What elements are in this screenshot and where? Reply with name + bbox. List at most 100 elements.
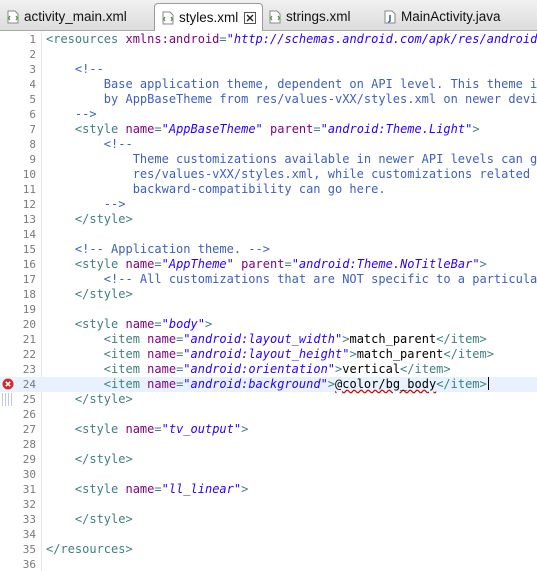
code-token: res/values-vXX/styles.xml, while customi… xyxy=(46,167,537,181)
code-editor[interactable]: 1 <resources xmlns:android="http://schema… xyxy=(0,31,537,571)
line-number: 32 xyxy=(22,498,36,511)
line-number: 36 xyxy=(22,558,36,571)
code-line[interactable]: 31 <style name="ll_linear"> xyxy=(0,482,537,497)
code-line[interactable]: 14 xyxy=(0,227,537,242)
code-token: "AppBaseTheme" xyxy=(161,122,263,136)
tab-strings-xml[interactable]: strings.xml xyxy=(268,3,351,30)
code-token: > xyxy=(479,257,487,271)
code-line[interactable]: 17 <!-- All customizations that are NOT … xyxy=(0,272,537,287)
code-token: </item> xyxy=(400,362,451,376)
code-token: </item> xyxy=(436,332,487,346)
code-line[interactable]: 21 <item name="android:layout_width">mat… xyxy=(0,332,537,347)
code-token: xmlns:android xyxy=(125,32,220,46)
code-token: parent xyxy=(270,122,314,136)
code-token: name xyxy=(147,347,177,361)
line-number: 31 xyxy=(22,483,36,496)
code-token: <!-- Application theme. --> xyxy=(46,242,270,256)
code-line[interactable]: 32 xyxy=(0,497,537,512)
code-line[interactable]: 11 backward-compatibility can go here. xyxy=(0,182,537,197)
code-token: match_parent xyxy=(356,347,444,361)
line-code: --> xyxy=(46,107,97,122)
line-code: <item name="android:orientation">vertica… xyxy=(46,362,451,377)
code-line[interactable]: 25 </style> xyxy=(0,392,537,407)
line-code: <!-- All customizations that are NOT spe… xyxy=(46,272,537,287)
code-token: </style> xyxy=(46,212,133,226)
code-token: > xyxy=(204,317,213,331)
code-line[interactable]: 2 xyxy=(0,47,537,62)
code-token: </resources> xyxy=(46,542,133,556)
code-line[interactable]: 7 <style name="AppBaseTheme" parent="and… xyxy=(0,122,537,137)
code-line[interactable]: 3 <!-- xyxy=(0,62,537,77)
code-token: </style> xyxy=(46,392,133,406)
line-number: 28 xyxy=(22,438,36,451)
code-token: "android:Theme.NoTitleBar" xyxy=(291,257,480,271)
line-number: 18 xyxy=(22,288,36,301)
line-number: 4 xyxy=(29,78,36,91)
editor-tab-bar: activity_main.xml styles.xml strings.xml… xyxy=(0,0,537,31)
code-line[interactable]: 1 <resources xmlns:android="http://schema… xyxy=(0,32,537,47)
code-line[interactable]: 15 <!-- Application theme. --> xyxy=(0,242,537,257)
code-token: = xyxy=(154,422,162,436)
error-token: @color/bg_body xyxy=(335,377,437,391)
code-line[interactable]: 29 </style> xyxy=(0,452,537,467)
code-token: </style> xyxy=(46,287,133,301)
line-number: 17 xyxy=(22,273,36,286)
code-line[interactable]: 18 </style> xyxy=(0,287,537,302)
line-code: </style> xyxy=(46,287,133,302)
line-number: 8 xyxy=(29,138,36,151)
code-token: vertical xyxy=(342,362,401,376)
code-token: = xyxy=(154,482,162,496)
code-line[interactable]: 34 xyxy=(0,527,537,542)
code-token: "http://schemas.android.com/apk/res/andr… xyxy=(226,32,537,46)
code-token: "tv_output" xyxy=(161,422,242,436)
code-line[interactable]: 26 xyxy=(0,407,537,422)
code-token: <resources xyxy=(46,32,126,46)
code-line[interactable]: 6 --> xyxy=(0,107,537,122)
code-line[interactable]: 16 <style name="AppTheme" parent="androi… xyxy=(0,257,537,272)
code-token: <!-- xyxy=(46,62,104,76)
tab-activity-main-xml[interactable]: activity_main.xml xyxy=(6,3,127,30)
code-line[interactable]: 36 xyxy=(0,557,537,571)
code-line[interactable]: 8 <!-- xyxy=(0,137,537,152)
line-code: Theme customizations available in newer … xyxy=(46,152,537,167)
line-code: </style> xyxy=(46,212,133,227)
code-line[interactable]: 12 --> xyxy=(0,197,537,212)
code-line[interactable]: 5 by AppBaseTheme from res/values-vXX/st… xyxy=(0,92,537,107)
code-line[interactable]: 4 Base application theme, dependent on A… xyxy=(0,77,537,92)
code-line[interactable]: 22 <item name="android:layout_height">ma… xyxy=(0,347,537,362)
code-line[interactable]: 23 <item name="android:orientation">vert… xyxy=(0,362,537,377)
line-code: </resources> xyxy=(46,542,133,557)
code-line[interactable]: 13 </style> xyxy=(0,212,537,227)
tab-mainactivity-java[interactable]: J MainActivity.java xyxy=(383,3,501,30)
line-code: </style> xyxy=(46,392,133,407)
code-line[interactable]: 24 <item name="android:background">@colo… xyxy=(0,377,537,392)
code-token: = xyxy=(284,257,292,271)
line-code: </style> xyxy=(46,452,133,467)
code-token: backward-compatibility can go here. xyxy=(46,182,386,196)
line-number: 6 xyxy=(29,108,36,121)
line-code: <item name="android:layout_height">match… xyxy=(46,347,494,362)
code-line[interactable]: 33 </style> xyxy=(0,512,537,527)
code-line[interactable]: 20 <style name="body"> xyxy=(0,317,537,332)
code-token: <item xyxy=(46,362,148,376)
code-token: > xyxy=(241,422,249,436)
code-token: > xyxy=(327,377,336,391)
code-token: name xyxy=(125,257,155,271)
line-code: <!-- xyxy=(46,62,104,77)
code-line[interactable]: 10 res/values-vXX/styles.xml, while cust… xyxy=(0,167,537,182)
code-token: </item> xyxy=(436,377,487,391)
code-token: = xyxy=(154,317,162,331)
code-line[interactable]: 19 xyxy=(0,302,537,317)
code-line[interactable]: 30 xyxy=(0,467,537,482)
code-line[interactable]: 27 <style name="tv_output"> xyxy=(0,422,537,437)
close-tab-icon[interactable] xyxy=(244,11,257,24)
code-line[interactable]: 35 </resources> xyxy=(0,542,537,557)
tab-styles-xml[interactable]: styles.xml xyxy=(154,3,264,31)
code-line[interactable]: 9 Theme customizations available in newe… xyxy=(0,152,537,167)
code-token: name xyxy=(125,482,155,496)
line-number: 25 xyxy=(22,393,36,406)
line-number: 5 xyxy=(29,93,36,106)
line-code: res/values-vXX/styles.xml, while customi… xyxy=(46,167,537,182)
code-line[interactable]: 28 xyxy=(0,437,537,452)
